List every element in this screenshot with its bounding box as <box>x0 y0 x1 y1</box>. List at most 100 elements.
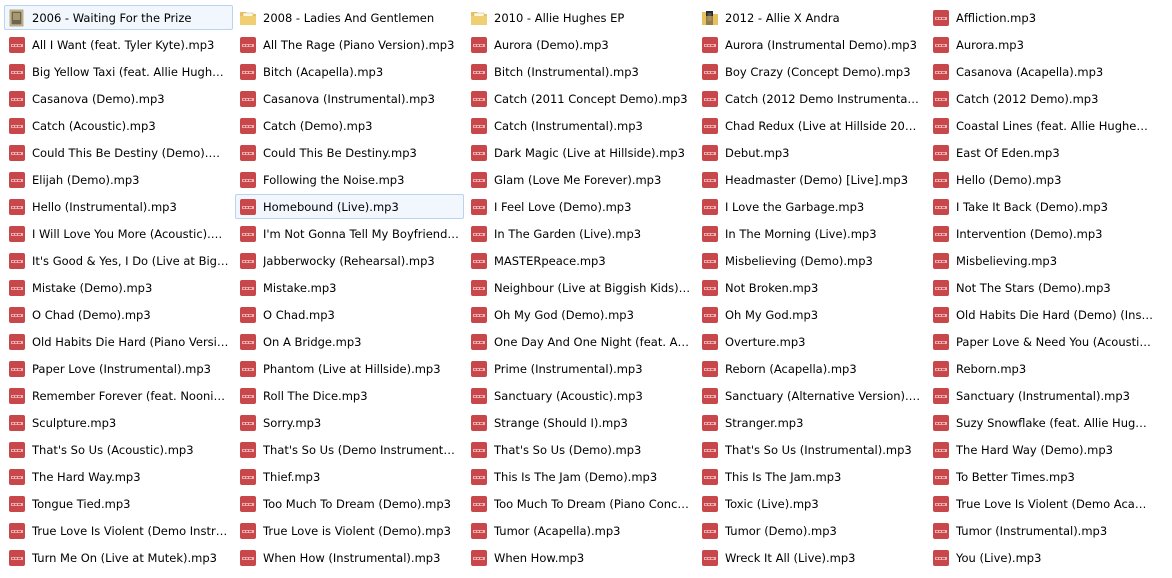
file-item[interactable]: Sanctuary (Acoustic).mp3 <box>466 383 695 408</box>
file-item[interactable]: Roll The Dice.mp3 <box>235 383 464 408</box>
file-item[interactable]: True Love Is Violent (Demo Acapell... <box>928 491 1157 516</box>
file-item[interactable]: Reborn.mp3 <box>928 356 1157 381</box>
file-item[interactable]: Catch (Demo).mp3 <box>235 113 464 138</box>
file-item[interactable]: That's So Us (Demo).mp3 <box>466 437 695 462</box>
file-item[interactable]: I Take It Back (Demo).mp3 <box>928 194 1157 219</box>
file-item[interactable]: Not The Stars (Demo).mp3 <box>928 275 1157 300</box>
file-item[interactable]: Aurora (Demo).mp3 <box>466 32 695 57</box>
file-item[interactable]: Big Yellow Taxi (feat. Allie Hughes).... <box>4 59 233 84</box>
file-item[interactable]: Bitch (Instrumental).mp3 <box>466 59 695 84</box>
file-item[interactable]: Tongue Tied.mp3 <box>4 491 233 516</box>
file-item[interactable]: To Better Times.mp3 <box>928 464 1157 489</box>
file-item[interactable]: Remember Forever (feat. Noonie B... <box>4 383 233 408</box>
file-item[interactable]: Homebound (Live).mp3 <box>235 194 464 219</box>
file-item[interactable]: Stranger.mp3 <box>697 410 926 435</box>
file-item[interactable]: Turn Me On (Live at Mutek).mp3 <box>4 545 233 570</box>
file-item[interactable]: When How (Instrumental).mp3 <box>235 545 464 570</box>
folder-item[interactable]: 2012 - Allie X Andra <box>697 5 926 30</box>
file-item[interactable]: Sanctuary (Instrumental).mp3 <box>928 383 1157 408</box>
folder-item[interactable]: 2006 - Waiting For the Prize <box>4 5 233 30</box>
file-item[interactable]: Old Habits Die Hard (Piano Version... <box>4 329 233 354</box>
file-item[interactable]: Tumor (Acapella).mp3 <box>466 518 695 543</box>
file-item[interactable]: Hello (Demo).mp3 <box>928 167 1157 192</box>
file-item[interactable]: Aurora (Instrumental Demo).mp3 <box>697 32 926 57</box>
file-item[interactable]: Oh My God (Demo).mp3 <box>466 302 695 327</box>
file-item[interactable]: I Love the Garbage.mp3 <box>697 194 926 219</box>
file-item[interactable]: It's Good & Yes, I Do (Live at Biggis... <box>4 248 233 273</box>
file-item[interactable]: East Of Eden.mp3 <box>928 140 1157 165</box>
file-item[interactable]: Tumor (Demo).mp3 <box>697 518 926 543</box>
file-item[interactable]: Strange (Should I).mp3 <box>466 410 695 435</box>
file-item[interactable]: Suzy Snowflake (feat. Allie Hughes)... <box>928 410 1157 435</box>
file-item[interactable]: O Chad (Demo).mp3 <box>4 302 233 327</box>
file-item[interactable]: Following the Noise.mp3 <box>235 167 464 192</box>
file-item[interactable]: Elijah (Demo).mp3 <box>4 167 233 192</box>
file-item[interactable]: That's So Us (Acoustic).mp3 <box>4 437 233 462</box>
file-item[interactable]: Misbelieving.mp3 <box>928 248 1157 273</box>
file-item[interactable]: Mistake (Demo).mp3 <box>4 275 233 300</box>
file-item[interactable]: You (Live).mp3 <box>928 545 1157 570</box>
file-item[interactable]: Chad Redux (Live at Hillside 2012).... <box>697 113 926 138</box>
file-item[interactable]: True Love Is Violent (Demo Instrum... <box>4 518 233 543</box>
folder-item[interactable]: 2010 - Allie Hughes EP <box>466 5 695 30</box>
file-item[interactable]: All I Want (feat. Tyler Kyte).mp3 <box>4 32 233 57</box>
file-item[interactable]: I Will Love You More (Acoustic).mp3 <box>4 221 233 246</box>
file-item[interactable]: That's So Us (Instrumental).mp3 <box>697 437 926 462</box>
file-item[interactable]: Oh My God.mp3 <box>697 302 926 327</box>
file-item[interactable]: When How.mp3 <box>466 545 695 570</box>
file-item[interactable]: Sorry.mp3 <box>235 410 464 435</box>
file-item[interactable]: Prime (Instrumental).mp3 <box>466 356 695 381</box>
file-item[interactable]: Debut.mp3 <box>697 140 926 165</box>
file-item[interactable]: Catch (2012 Demo).mp3 <box>928 86 1157 111</box>
file-item[interactable]: The Hard Way (Demo).mp3 <box>928 437 1157 462</box>
file-item[interactable]: Overture.mp3 <box>697 329 926 354</box>
file-item[interactable]: Reborn (Acapella).mp3 <box>697 356 926 381</box>
file-item[interactable]: I'm Not Gonna Tell My Boyfriend (... <box>235 221 464 246</box>
file-item[interactable]: In The Morning (Live).mp3 <box>697 221 926 246</box>
file-item[interactable]: Old Habits Die Hard (Demo) (Instru... <box>928 302 1157 327</box>
file-item[interactable]: One Day And One Night (feat. Allie ... <box>466 329 695 354</box>
file-item[interactable]: Headmaster (Demo) [Live].mp3 <box>697 167 926 192</box>
file-item[interactable]: Glam (Love Me Forever).mp3 <box>466 167 695 192</box>
file-item[interactable]: MASTERpeace.mp3 <box>466 248 695 273</box>
file-item[interactable]: In The Garden (Live).mp3 <box>466 221 695 246</box>
file-item[interactable]: Too Much To Dream (Demo).mp3 <box>235 491 464 516</box>
file-item[interactable]: Sanctuary (Alternative Version).mp3 <box>697 383 926 408</box>
file-item[interactable]: Catch (Instrumental).mp3 <box>466 113 695 138</box>
file-item[interactable]: Hello (Instrumental).mp3 <box>4 194 233 219</box>
file-item[interactable]: Catch (2011 Concept Demo).mp3 <box>466 86 695 111</box>
file-item[interactable]: Phantom (Live at Hillside).mp3 <box>235 356 464 381</box>
file-item[interactable]: Wreck It All (Live).mp3 <box>697 545 926 570</box>
file-item[interactable]: Catch (2012 Demo Instrumental).m... <box>697 86 926 111</box>
file-item[interactable]: Could This Be Destiny.mp3 <box>235 140 464 165</box>
file-item[interactable]: Thief.mp3 <box>235 464 464 489</box>
file-item[interactable]: Coastal Lines (feat. Allie Hughes).m... <box>928 113 1157 138</box>
file-item[interactable]: Catch (Acoustic).mp3 <box>4 113 233 138</box>
file-item[interactable]: Bitch (Acapella).mp3 <box>235 59 464 84</box>
file-item[interactable]: Toxic (Live).mp3 <box>697 491 926 516</box>
file-item[interactable]: Boy Crazy (Concept Demo).mp3 <box>697 59 926 84</box>
file-item[interactable]: Mistake.mp3 <box>235 275 464 300</box>
file-item[interactable]: Dark Magic (Live at Hillside).mp3 <box>466 140 695 165</box>
file-item[interactable]: I Feel Love (Demo).mp3 <box>466 194 695 219</box>
file-item[interactable]: Jabberwocky (Rehearsal).mp3 <box>235 248 464 273</box>
file-item[interactable]: On A Bridge.mp3 <box>235 329 464 354</box>
file-item[interactable]: Neighbour (Live at Biggish Kids).mp3 <box>466 275 695 300</box>
file-item[interactable]: Sculpture.mp3 <box>4 410 233 435</box>
file-item[interactable]: This Is The Jam (Demo).mp3 <box>466 464 695 489</box>
file-item[interactable]: Could This Be Destiny (Demo).mp3 <box>4 140 233 165</box>
file-item[interactable]: Casanova (Acapella).mp3 <box>928 59 1157 84</box>
file-item[interactable]: The Hard Way.mp3 <box>4 464 233 489</box>
file-item[interactable]: Too Much To Dream (Piano Conce... <box>466 491 695 516</box>
file-item[interactable]: Casanova (Instrumental).mp3 <box>235 86 464 111</box>
file-item[interactable]: True Love is Violent (Demo).mp3 <box>235 518 464 543</box>
file-item[interactable]: Casanova (Demo).mp3 <box>4 86 233 111</box>
file-item[interactable]: O Chad.mp3 <box>235 302 464 327</box>
file-item[interactable]: Paper Love (Instrumental).mp3 <box>4 356 233 381</box>
file-item[interactable]: All The Rage (Piano Version).mp3 <box>235 32 464 57</box>
file-item[interactable]: Paper Love & Need You (Acoustic, ... <box>928 329 1157 354</box>
file-item[interactable]: Intervention (Demo).mp3 <box>928 221 1157 246</box>
file-item[interactable]: Affliction.mp3 <box>928 5 1157 30</box>
file-item[interactable]: Aurora.mp3 <box>928 32 1157 57</box>
file-item[interactable]: Not Broken.mp3 <box>697 275 926 300</box>
